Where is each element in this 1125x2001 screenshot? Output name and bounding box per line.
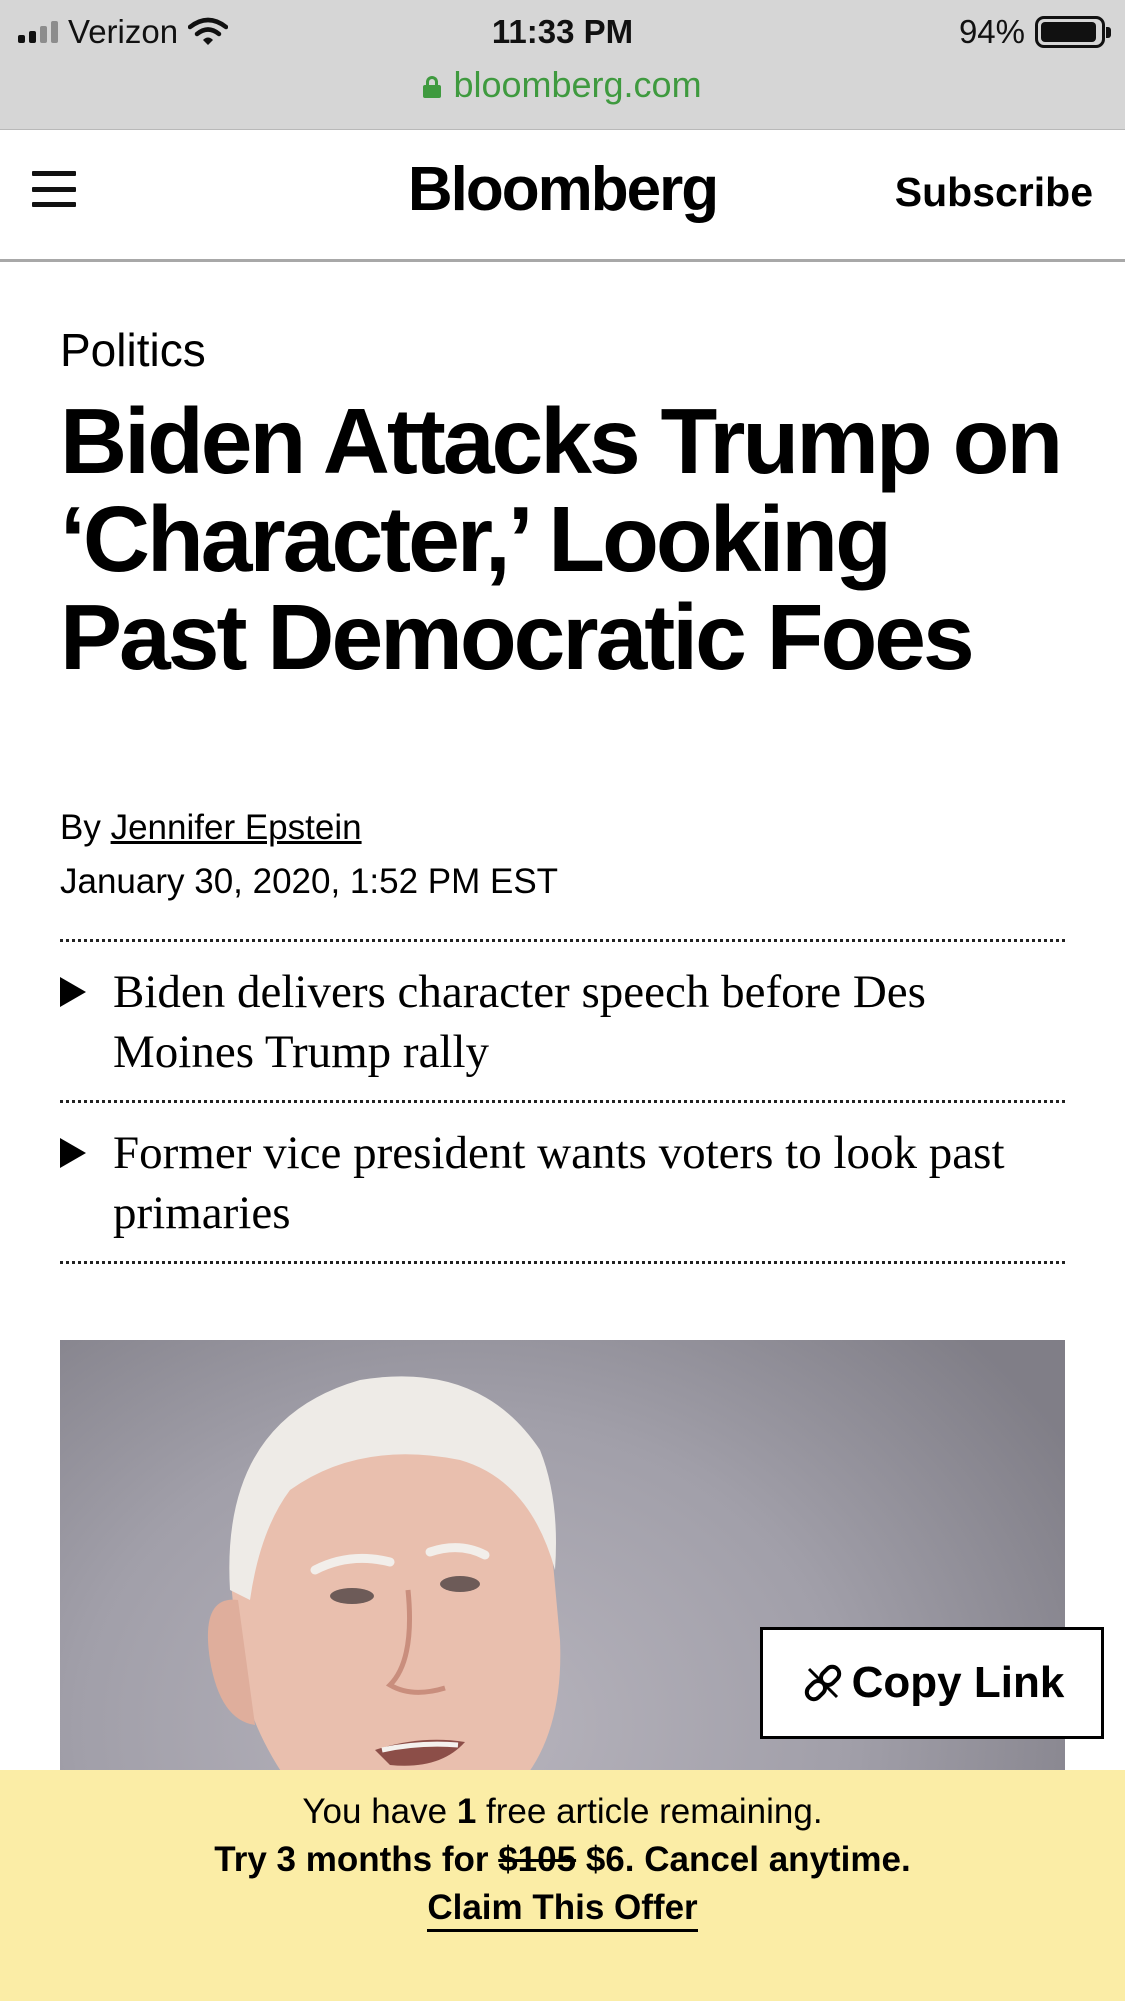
article-category[interactable]: Politics — [60, 322, 206, 378]
summary-bullet: Former vice president wants voters to lo… — [60, 1103, 1065, 1264]
url-text[interactable]: bloomberg.com — [453, 64, 701, 106]
subscribe-link[interactable]: Subscribe — [895, 162, 1093, 222]
summary-bullet-text: Former vice president wants voters to lo… — [113, 1127, 1005, 1239]
notice-prefix: You have — [302, 1792, 448, 1831]
free-article-notice: You have 1 free article remaining. — [0, 1790, 1125, 1834]
lock-icon — [423, 76, 442, 98]
offer-suffix: Cancel anytime. — [644, 1840, 911, 1879]
author-link[interactable]: Jennifer Epstein — [111, 808, 362, 847]
battery-fill — [1041, 22, 1096, 42]
byline: By Jennifer Epstein — [60, 805, 362, 851]
free-article-count: 1 — [456, 1792, 477, 1831]
notice-suffix: free article remaining. — [486, 1792, 823, 1831]
site-header: Bloomberg Subscribe — [0, 130, 1125, 262]
play-triangle-icon — [60, 977, 86, 1007]
old-price: $105 — [498, 1840, 577, 1879]
summary-bullet-text: Biden delivers character speech before D… — [113, 966, 926, 1078]
play-triangle-icon — [60, 1138, 86, 1168]
claim-offer-label[interactable]: Claim This Offer — [427, 1888, 698, 1932]
copy-link-label: Copy Link — [851, 1658, 1065, 1707]
link-icon — [804, 1664, 841, 1702]
offer-text: Try 3 months for $105 $6. Cancel anytime… — [0, 1838, 1125, 1882]
summary-bullet: Biden delivers character speech before D… — [60, 942, 1065, 1103]
address-bar[interactable]: bloomberg.com — [0, 60, 1125, 110]
status-right: 94% — [958, 10, 1111, 54]
byline-prefix: By — [60, 808, 101, 847]
battery-icon — [1035, 16, 1111, 48]
claim-offer-link[interactable]: Claim This Offer — [0, 1886, 1125, 1932]
summary-bullets: Biden delivers character speech before D… — [60, 939, 1065, 1264]
paywall-banner: You have 1 free article remaining. Try 3… — [0, 1770, 1125, 2001]
battery-percent: 94% — [958, 13, 1025, 50]
article-headline: Biden Attacks Trump on ‘Character,’ Look… — [60, 389, 1063, 689]
status-time: 11:33 PM — [491, 13, 634, 50]
offer-prefix: Try 3 months for — [214, 1840, 489, 1879]
browser-chrome: Verizon 11:33 PM 94% bloomberg.com — [0, 0, 1125, 130]
copy-link-button[interactable]: Copy Link — [760, 1627, 1104, 1739]
publish-date: January 30, 2020, 1:52 PM EST — [60, 862, 559, 901]
new-price: $6. — [585, 1840, 635, 1879]
